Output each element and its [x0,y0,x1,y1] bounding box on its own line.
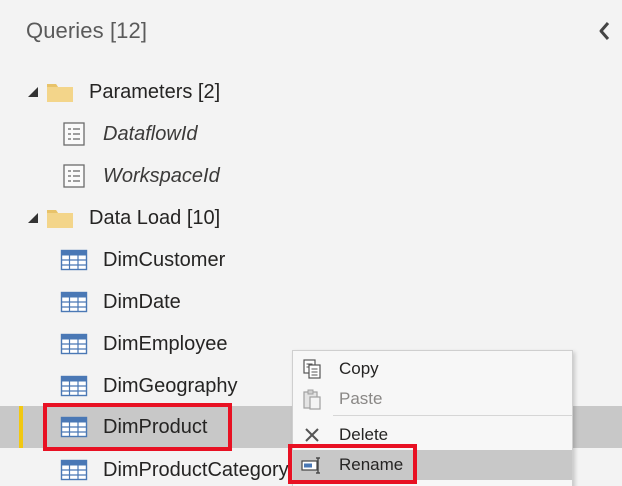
menu-item-delete[interactable]: Delete [293,420,572,450]
menu-item-label: Paste [339,389,383,408]
table-icon [60,249,88,271]
folder-icon [47,210,73,228]
chevron-left-icon [599,22,610,40]
tree-item-label: DimProduct [103,416,208,438]
tree-item-label: DataflowId [103,123,198,145]
tree-item-label: DimCustomer [103,249,226,271]
table-icon [60,416,88,438]
folder-icon [47,84,73,102]
menu-item-copy[interactable]: Copy [293,354,572,384]
table-icon [60,291,88,313]
parameter-icon [63,122,85,146]
menu-item-paste[interactable]: Paste [293,384,572,414]
menu-item-label: Delete [339,425,389,444]
tree-group-parameters[interactable]: Parameters [2] [0,72,622,112]
tree-item-dimcustomer[interactable]: DimCustomer [0,240,622,280]
expanded-triangle-icon[interactable] [26,85,40,99]
tree-item-dimdate[interactable]: DimDate [0,282,622,322]
tree-item-dataflowid[interactable]: DataflowId [0,114,622,154]
tree-item-label: DimEmployee [103,333,228,355]
tree-item-label: WorkspaceId [103,165,220,187]
tree-item-label: DimGeography [103,375,238,397]
collapse-pane-button[interactable] [594,18,614,44]
menu-item-rename[interactable]: Rename [293,450,572,480]
menu-separator [333,415,572,416]
tree-group-data-load[interactable]: Data Load [10] [0,198,622,238]
copy-icon [303,359,321,379]
tree-item-label: DimProductCategory [103,459,289,481]
parameter-icon [63,164,85,188]
menu-item-label: Rename [339,455,404,474]
tree-group-label: Data Load [10] [89,207,221,229]
tree-item-workspaceid[interactable]: WorkspaceId [0,156,622,196]
tree-group-label: Parameters [2] [89,81,221,103]
table-icon [60,459,88,481]
rename-icon [301,457,320,474]
tree-item-label: DimDate [103,291,181,313]
queries-pane: Queries [12] Parameters [2] DataflowId W… [0,0,622,486]
selection-indicator [19,406,23,448]
context-menu: Copy Paste Delete Rename [292,350,573,486]
menu-item-label: Copy [339,359,379,378]
table-icon [60,375,88,397]
delete-icon [305,428,319,442]
expanded-triangle-icon[interactable] [26,211,40,225]
paste-icon [303,389,321,410]
pane-title: Queries [12] [26,18,148,43]
table-icon [60,333,88,355]
